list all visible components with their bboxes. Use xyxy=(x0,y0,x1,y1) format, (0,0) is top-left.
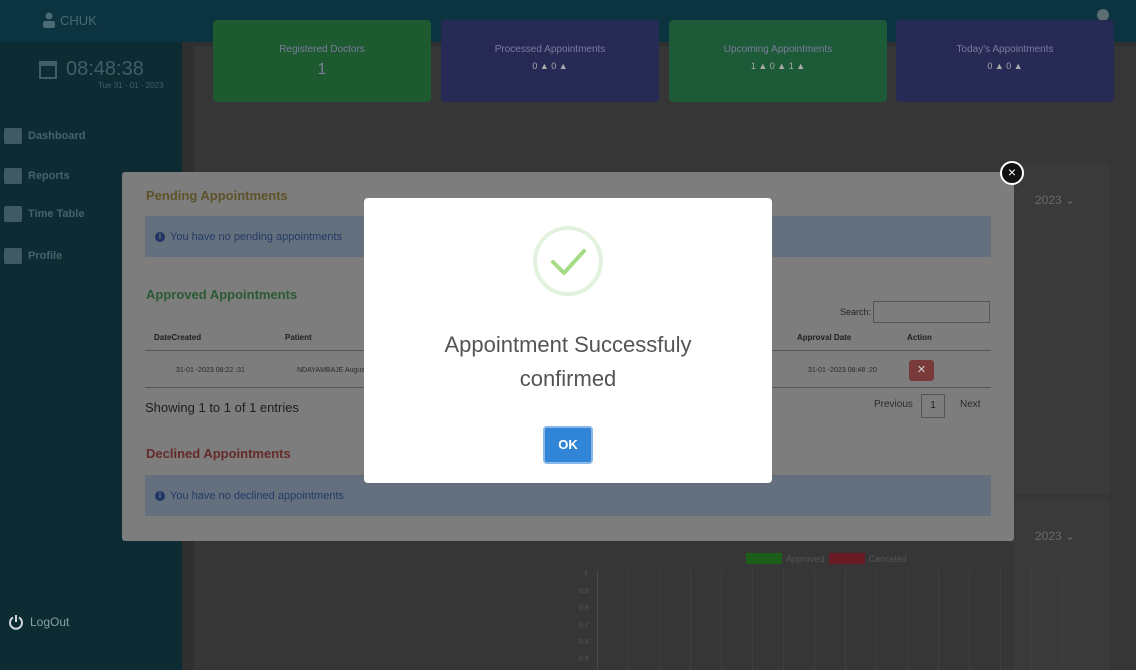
calendar-icon xyxy=(4,206,22,222)
power-icon xyxy=(9,615,23,630)
y-tick: 0.7 xyxy=(579,622,589,629)
col-approval-date[interactable]: Approval Date xyxy=(797,333,851,342)
info-icon: i xyxy=(155,490,165,501)
col-date-created[interactable]: DateCreated xyxy=(154,333,201,342)
card-processed-appointments[interactable]: Processed Appointments 0 ▲ 0 ▲ xyxy=(441,20,659,102)
reports-icon xyxy=(4,168,22,184)
modal-close-button[interactable]: × xyxy=(1000,161,1024,185)
cell-date-created: 31-01 -2023 08:22 :31 xyxy=(176,367,245,374)
info-icon: i xyxy=(155,231,165,242)
card-label: Registered Doctors xyxy=(279,44,365,55)
sidebar-item-label: Profile xyxy=(28,250,63,262)
card-label: Upcoming Appointments xyxy=(723,44,833,55)
y-tick: 0.8 xyxy=(579,605,589,612)
decline-button[interactable]: ✕ xyxy=(909,360,934,381)
legend-label-canceled: Canceled xyxy=(868,553,907,564)
chart-legend: Approved Canceled xyxy=(746,553,907,564)
dialog-title: Appointment Successfuly confirmed xyxy=(364,328,772,396)
clock-time: 08:48:38 xyxy=(66,58,144,80)
col-patient[interactable]: Patient xyxy=(285,333,312,342)
y-tick: 0.5 xyxy=(579,656,589,663)
card-registered-doctors[interactable]: Registered Doctors 1 xyxy=(213,20,431,102)
logout-label: LogOut xyxy=(30,615,70,629)
dialog-title-line2: confirmed xyxy=(519,366,617,391)
y-tick: 1 xyxy=(584,570,588,577)
year-select[interactable]: 2023 ⌄ xyxy=(1035,193,1075,207)
dialog-title-line1: Appointment Successfuly xyxy=(444,332,692,357)
logout-button[interactable]: LogOut xyxy=(8,614,69,630)
pager-previous[interactable]: Previous xyxy=(874,399,913,410)
success-dialog: Appointment Successfuly confirmed OK xyxy=(364,198,772,483)
sidebar-item-label: Dashboard xyxy=(28,130,86,142)
search-label: Search: xyxy=(840,307,872,317)
year-select-bottom[interactable]: 2023 ⌄ xyxy=(1035,529,1075,543)
search-input[interactable] xyxy=(873,301,990,323)
legend-swatch-approved xyxy=(746,553,782,564)
y-tick: 0.6 xyxy=(579,639,589,646)
card-counts: 1 ▲ 0 ▲ 1 ▲ xyxy=(750,61,806,71)
declined-alert-text: You have no declined appointments xyxy=(170,489,344,502)
card-counts: 0 ▲ 0 ▲ xyxy=(532,61,568,71)
card-label: Processed Appointments xyxy=(494,44,606,55)
card-value: 1 xyxy=(317,61,327,78)
card-label: Today's Appointments xyxy=(956,44,1054,55)
profile-icon xyxy=(4,248,22,264)
legend-label-approved: Approved xyxy=(786,553,825,564)
cell-approval-date: 31-01 -2023 08:48 :20 xyxy=(808,367,877,374)
sidebar-item-profile[interactable]: Profile xyxy=(4,248,62,264)
clock-date: Tue 31 - 01 - 2023 xyxy=(98,81,164,90)
pager-page[interactable]: 1 xyxy=(921,394,945,418)
approved-title: Approved Appointments xyxy=(146,287,298,302)
dashboard-icon xyxy=(4,128,22,144)
brand: CHUK xyxy=(42,12,97,28)
chart-area xyxy=(597,570,1077,670)
y-tick: 0.9 xyxy=(579,588,589,595)
right-panel xyxy=(1014,164,1110,494)
card-counts: 0 ▲ 0 ▲ xyxy=(987,61,1023,71)
clock: 08:48:38 Tue 31 - 01 - 2023 xyxy=(38,58,164,90)
doctor-icon xyxy=(43,12,55,28)
sidebar-item-reports[interactable]: Reports xyxy=(4,168,70,184)
success-icon xyxy=(533,226,603,296)
cell-patient: NDAYAMBAJE August xyxy=(297,367,367,374)
sidebar-item-label: Reports xyxy=(28,170,70,182)
card-todays-appointments[interactable]: Today's Appointments 0 ▲ 0 ▲ xyxy=(896,20,1114,102)
table-info: Showing 1 to 1 of 1 entries xyxy=(145,400,299,415)
pending-alert-text: You have no pending appointments xyxy=(170,230,343,243)
checkmark-icon xyxy=(551,249,586,275)
ok-button[interactable]: OK xyxy=(543,426,593,464)
brand-name: CHUK xyxy=(60,12,97,28)
sidebar-item-dashboard[interactable]: Dashboard xyxy=(4,128,85,144)
pending-title: Pending Appointments xyxy=(146,188,288,203)
sidebar-item-timetable[interactable]: Time Table xyxy=(4,206,84,222)
declined-title: Declined Appointments xyxy=(146,446,291,461)
col-action: Action xyxy=(907,333,932,342)
card-upcoming-appointments[interactable]: Upcoming Appointments 1 ▲ 0 ▲ 1 ▲ xyxy=(669,20,887,102)
calendar-icon xyxy=(39,61,57,79)
pager-next[interactable]: Next xyxy=(960,399,981,410)
legend-swatch-canceled xyxy=(828,553,865,564)
sidebar-item-label: Time Table xyxy=(28,208,85,220)
